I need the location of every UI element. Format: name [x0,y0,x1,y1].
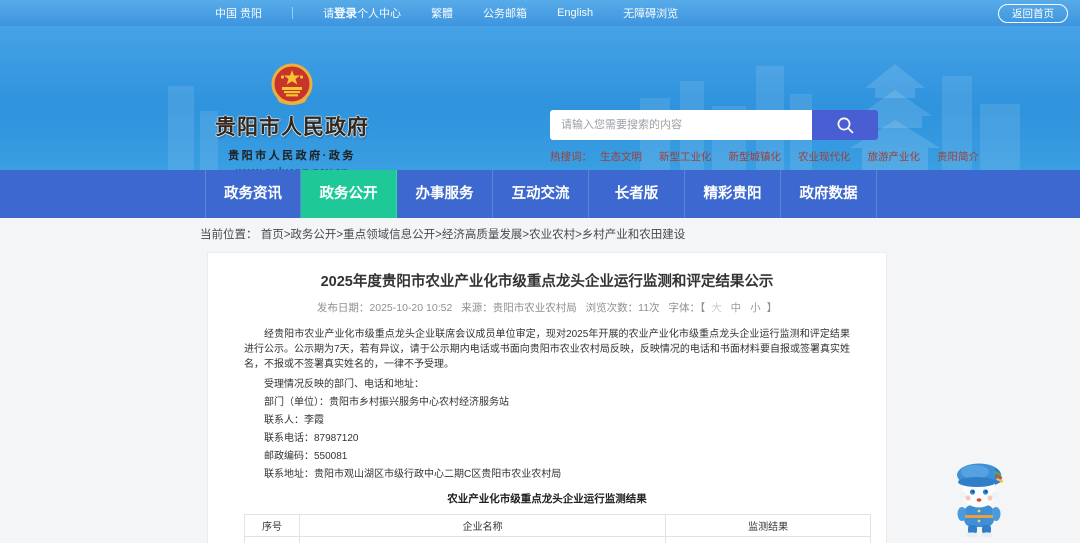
hot-link-intro[interactable]: 贵阳简介 [937,149,979,164]
contact-postcode: 邮政编码：550081 [264,451,348,462]
font-size-label-end: 】 [766,302,778,314]
header-serial: 序号 [244,514,300,537]
nav-tab-news[interactable]: 政务资讯 [205,170,301,218]
contact-phone: 联系电话：87987120 [264,433,359,444]
mascot-assistant[interactable] [948,455,1012,539]
table-title: 农业产业化市级重点龙头企业运行监测结果 [447,493,647,505]
site-logo[interactable]: 贵阳市人民政府 贵阳市人民政府·政务 www.guiyang.gov.cn [212,62,372,170]
site-subtitle: 贵阳市人民政府·政务 [228,150,356,162]
site-url: www.guiyang.gov.cn [212,166,372,170]
nav-tab-interaction[interactable]: 互动交流 [493,170,589,218]
topbar-link-english[interactable]: English [557,7,593,19]
return-home-button[interactable]: 返回首页 [998,4,1068,23]
topbar-link-accessibility[interactable]: 无障碍浏览 [623,5,678,21]
view-count: 浏览次数：11次 [585,302,660,314]
font-size-large[interactable]: 大 [711,302,722,314]
breadcrumb-rural-industry[interactable]: 乡村产业和农田建设 [582,229,686,241]
search-icon [837,117,853,133]
cell-company: 贵州合力超市采购有限公司 [298,536,667,543]
national-emblem-icon [271,63,313,105]
publish-date: 发布日期：2025-10-20 10:52 [316,302,453,314]
search-input[interactable] [550,110,812,140]
contact-address: 联系地址：贵阳市观山湖区市级行政中心二期C区贵阳市农业农村局 [264,469,562,480]
article-source: 来源：贵阳市农业农村局 [461,302,577,314]
article-title: 2025年度贵阳市农业产业化市级重点龙头企业运行监测和评定结果公示 [320,274,774,290]
breadcrumb-separator: > [575,229,582,241]
table-header-row: 序号 企业名称 监测结果 [244,514,871,537]
nav-tab-gov-disclosure[interactable]: 政务公开 [301,170,397,218]
topbar-link-traditional[interactable]: 繁體 [431,5,453,21]
search-button[interactable] [812,110,878,140]
monitoring-result-table: 序号 企业名称 监测结果 1 贵州合力超市采购有限公司 合格 2 贵州友禾种业有… [244,514,871,543]
hot-link-agriculture[interactable]: 农业现代化 [798,149,851,164]
breadcrumb-agriculture[interactable]: 农业农村 [529,229,575,241]
hot-link-tourism[interactable]: 旅游产业化 [868,149,921,164]
breadcrumb-disclosure[interactable]: 政务公开 [290,229,336,241]
hot-link-industry[interactable]: 新型工业化 [659,149,712,164]
hot-link-ecology[interactable]: 生态文明 [600,149,642,164]
header-result: 监测结果 [665,514,871,537]
contact-department: 部门（单位）：贵阳市乡村振兴服务中心农村经济服务站 [264,397,509,408]
cell-result: 合格 [665,536,871,543]
article-body: 经贵阳市农业产业化市级重点龙头企业联席会议成员单位审定，现对2025年开展的农业… [244,327,871,543]
main-navigation: 政务资讯 政务公开 办事服务 互动交流 长者版 精彩贵阳 政府数据 [0,170,1080,218]
breadcrumb-label: 当前位置： [200,229,258,241]
breadcrumb-home[interactable]: 首页 [261,229,284,241]
contact-heading: 受理情况反映的部门、电话和地址： [264,379,424,390]
contact-person: 联系人：李霞 [264,415,324,426]
hot-link-urbanization[interactable]: 新型城镇化 [729,149,782,164]
announcement-paragraph: 经贵阳市农业产业化市级重点龙头企业联席会议成员单位审定，现对2025年开展的农业… [244,329,850,370]
nav-tab-data[interactable]: 政府数据 [781,170,877,218]
article-meta: 发布日期：2025-10-20 10:52 来源：贵阳市农业农村局 浏览次数：1… [244,300,850,315]
breadcrumb-separator: > [435,229,442,241]
header-company: 企业名称 [298,514,667,537]
top-utility-bar: 中国 贵阳 请登录个人中心 繁體 公务邮箱 English 无障碍浏览 返回首页 [0,0,1080,26]
nav-tab-senior[interactable]: 长者版 [589,170,685,218]
topbar-link-mail[interactable]: 公务邮箱 [483,5,527,21]
search-area: 热搜词： 生态文明 新型工业化 新型城镇化 农业现代化 旅游产业化 贵阳简介 [550,110,979,164]
breadcrumb-economy[interactable]: 经济高质量发展 [442,229,523,241]
content-area: 当前位置： 首页>政务公开>重点领域信息公开>经济高质量发展>农业农村>乡村产业… [0,218,1080,543]
hot-search-row: 热搜词： 生态文明 新型工业化 新型城镇化 农业现代化 旅游产业化 贵阳简介 [550,149,979,164]
site-header: 贵阳市人民政府 贵阳市人民政府·政务 www.guiyang.gov.cn 热搜… [0,26,1080,170]
topbar-link-region[interactable]: 中国 贵阳 [215,5,262,21]
nav-tab-highlights[interactable]: 精彩贵阳 [685,170,781,218]
table-row: 1 贵州合力超市采购有限公司 合格 [244,536,871,543]
breadcrumb: 当前位置： 首页>政务公开>重点领域信息公开>经济高质量发展>农业农村>乡村产业… [0,218,1080,242]
hot-search-label: 热搜词： [550,151,592,163]
font-size-medium[interactable]: 中 [731,302,742,314]
topbar-divider [292,7,294,19]
nav-tab-services[interactable]: 办事服务 [397,170,493,218]
font-size-small[interactable]: 小 [750,302,761,314]
site-title: 贵阳市人民政府 [215,116,369,139]
article-card: 2025年度贵阳市农业产业化市级重点龙头企业运行监测和评定结果公示 发布日期：2… [207,252,887,543]
topbar-link-login[interactable]: 请登录个人中心 [323,5,401,21]
font-size-label: 字体：【 [668,302,706,314]
breadcrumb-key-info[interactable]: 重点领域信息公开 [343,229,435,241]
cell-serial: 1 [244,536,300,543]
